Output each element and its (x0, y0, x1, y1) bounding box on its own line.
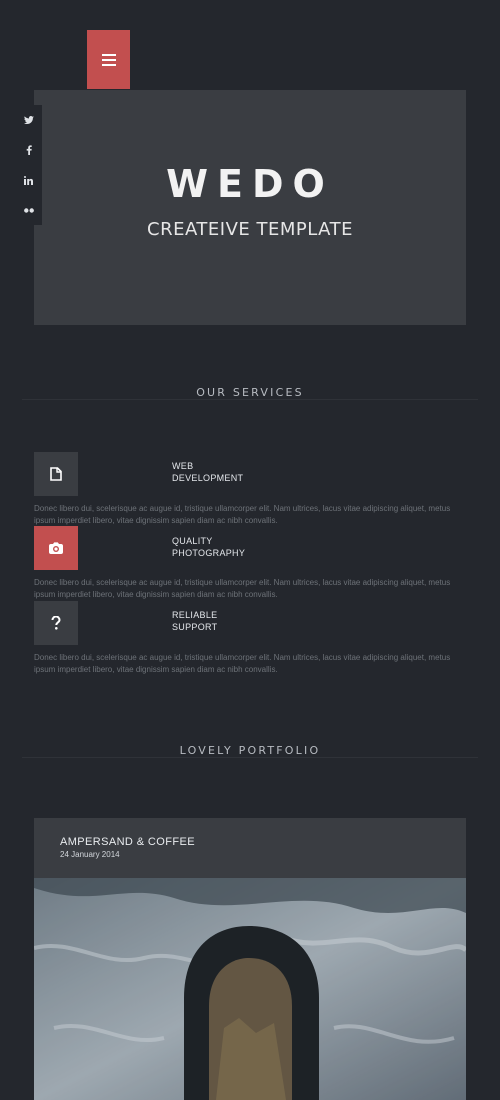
social-link-twitter[interactable] (15, 105, 42, 135)
service-reliable-support-icon-box[interactable] (34, 601, 78, 645)
social-link-linkedin[interactable] (15, 165, 42, 195)
question-icon (51, 616, 61, 630)
services-heading: OUR SERVICES (196, 386, 304, 399)
service-reliable-support-line1: RELIABLE (172, 610, 218, 620)
facebook-icon (26, 145, 32, 155)
camera-icon (49, 541, 63, 554)
linkedin-icon (24, 175, 33, 185)
hero-banner (34, 90, 466, 325)
service-web-development-line1: WEB (172, 461, 194, 471)
rock-arch-photo (34, 878, 466, 1100)
portfolio-item-title[interactable]: AMPERSAND & COFFEE (60, 837, 195, 848)
service-web-development-line2: DEVELOPMENT (172, 473, 244, 483)
flickr-icon (23, 207, 34, 213)
service-reliable-support-title[interactable]: RELIABLE SUPPORT (172, 609, 217, 633)
social-link-facebook[interactable] (15, 135, 42, 165)
services-divider (22, 399, 478, 400)
menu-icon (101, 53, 116, 66)
service-quality-photography-title[interactable]: QUALITY PHOTOGRAPHY (172, 535, 245, 559)
service-quality-photography-line1: QUALITY (172, 536, 213, 546)
social-link-flickr[interactable] (15, 195, 42, 225)
service-quality-photography-description: Donec libero dui, scelerisque ac augue i… (34, 578, 451, 599)
portfolio-heading: LOVELY PORTFOLIO (179, 744, 321, 757)
portfolio-divider (22, 757, 478, 758)
menu-button[interactable] (87, 30, 130, 89)
hero-subtitle: CREATEIVE TEMPLATE (147, 219, 353, 240)
portfolio-card: AMPERSAND & COFFEE 24 January 2014 (34, 818, 466, 1100)
service-quality-photography-icon-box[interactable] (34, 526, 78, 570)
service-reliable-support-line2: SUPPORT (172, 622, 218, 632)
service-reliable-support-description: Donec libero dui, scelerisque ac augue i… (34, 653, 451, 674)
twitter-icon (23, 115, 34, 124)
portfolio-item-image[interactable] (34, 878, 466, 1100)
service-quality-photography-line2: PHOTOGRAPHY (172, 548, 246, 558)
social-links (15, 105, 42, 225)
portfolio-item-date: 24 January 2014 (60, 850, 120, 859)
service-web-development-title[interactable]: WEB DEVELOPMENT (172, 460, 243, 484)
service-web-development-icon-box[interactable] (34, 452, 78, 496)
hero-title: WEDO (166, 162, 334, 206)
service-web-development-description: Donec libero dui, scelerisque ac augue i… (34, 504, 451, 525)
document-icon (50, 467, 62, 481)
